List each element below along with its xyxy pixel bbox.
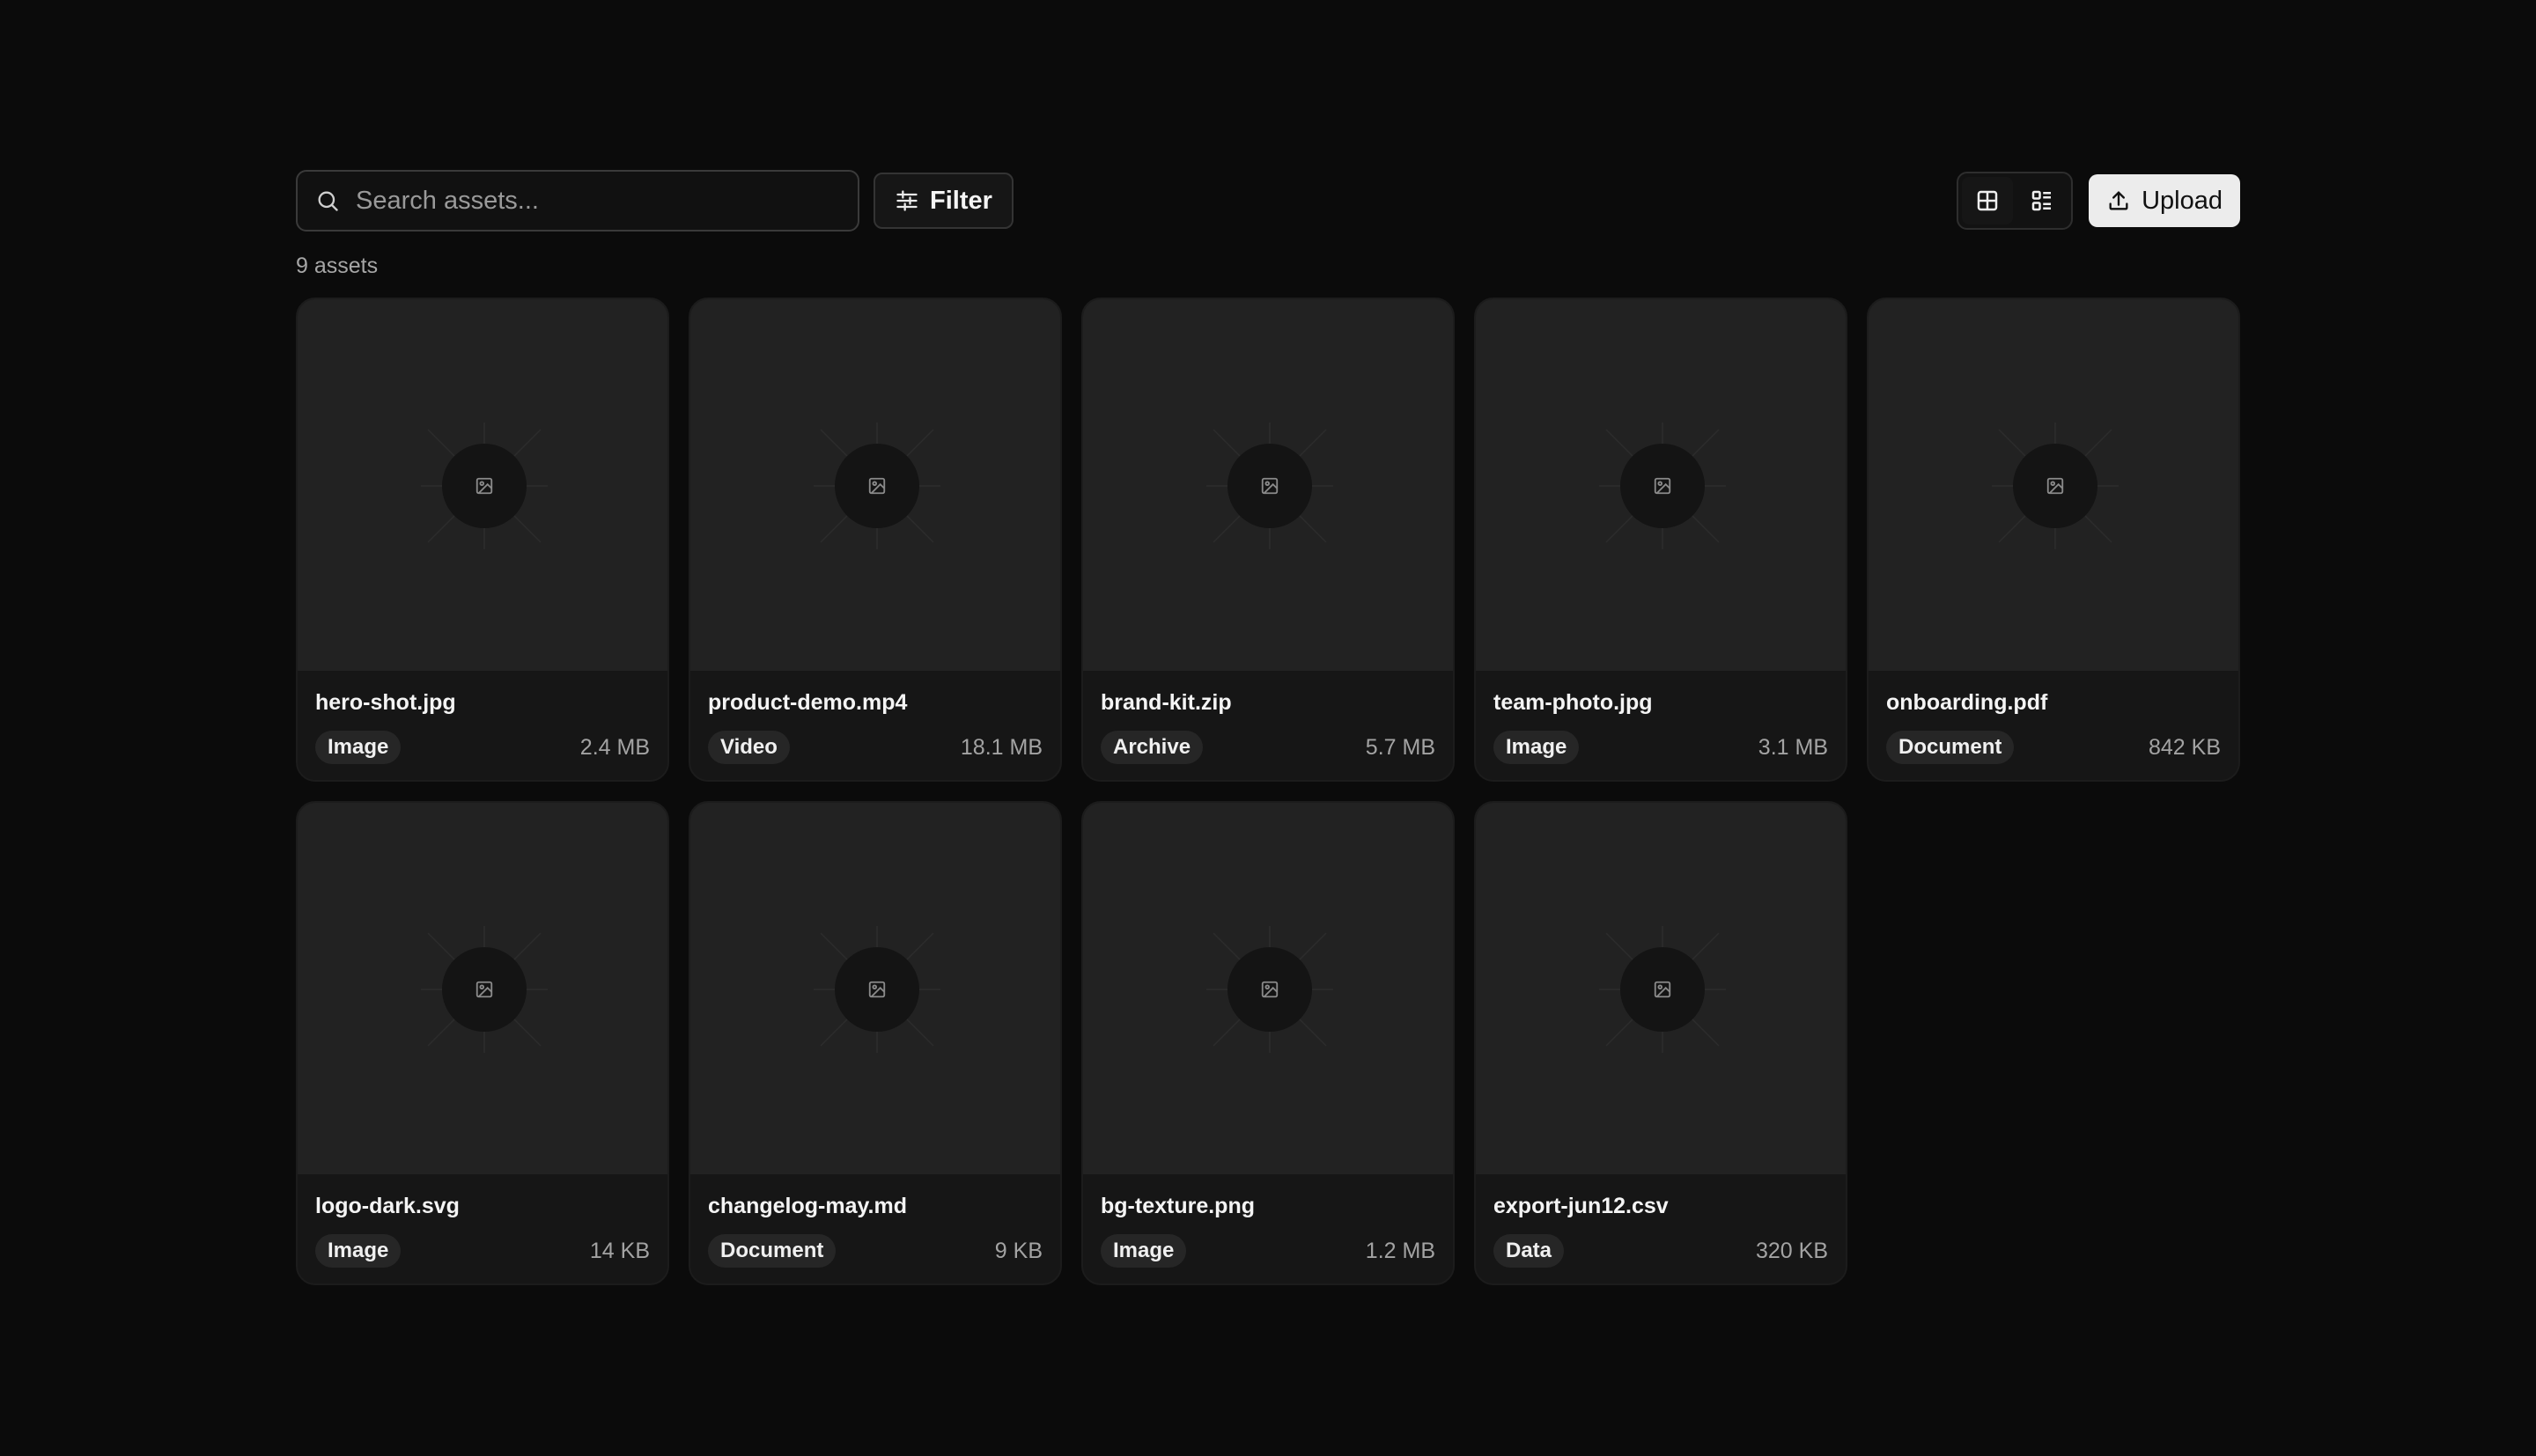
asset-name: logo-dark.svg bbox=[315, 1194, 460, 1218]
asset-thumbnail bbox=[1083, 299, 1453, 671]
asset-details: Video 18.1 MB bbox=[708, 731, 1043, 764]
view-toggle bbox=[1957, 172, 2074, 230]
asset-thumbnail bbox=[298, 299, 667, 671]
thumbnail-center bbox=[835, 947, 919, 1032]
image-placeholder-icon bbox=[1261, 477, 1279, 495]
search-input[interactable] bbox=[354, 185, 851, 217]
file-size: 3.1 MB bbox=[1758, 734, 1828, 760]
asset-card[interactable]: logo-dark.svg Image 14 KB bbox=[296, 801, 669, 1285]
image-placeholder-icon bbox=[1654, 477, 1671, 495]
image-placeholder-icon bbox=[476, 981, 493, 998]
sliders-icon bbox=[896, 190, 918, 211]
file-size: 14 KB bbox=[589, 1238, 650, 1263]
asset-name: onboarding.pdf bbox=[1886, 690, 2048, 715]
asset-details: Document 842 KB bbox=[1886, 731, 2221, 764]
type-badge: Image bbox=[315, 1234, 402, 1268]
asset-card[interactable]: changelog-may.md Document 9 KB bbox=[689, 801, 1062, 1285]
thumbnail-center bbox=[1227, 444, 1312, 528]
thumbnail-center bbox=[2013, 444, 2097, 528]
asset-meta: team-photo.jpg Image 3.1 MB bbox=[1476, 671, 1846, 764]
asset-library: Filter Upload 9 assets bbox=[296, 169, 2240, 1285]
list-view-button[interactable] bbox=[2016, 177, 2068, 224]
asset-card[interactable]: team-photo.jpg Image 3.1 MB bbox=[1474, 298, 1847, 782]
asset-count: 9 assets bbox=[296, 254, 379, 278]
asset-details: Image 1.2 MB bbox=[1101, 1234, 1435, 1268]
file-size: 842 KB bbox=[2148, 734, 2221, 760]
asset-card[interactable]: export-jun12.csv Data 320 KB bbox=[1474, 801, 1847, 1285]
asset-name: hero-shot.jpg bbox=[315, 690, 456, 715]
asset-details: Image 14 KB bbox=[315, 1234, 650, 1268]
image-placeholder-icon bbox=[1654, 981, 1671, 998]
asset-meta: changelog-may.md Document 9 KB bbox=[690, 1174, 1060, 1268]
file-size: 320 KB bbox=[1755, 1238, 1828, 1263]
image-placeholder-icon bbox=[868, 981, 886, 998]
asset-name: brand-kit.zip bbox=[1101, 690, 1232, 715]
asset-card[interactable]: hero-shot.jpg Image 2.4 MB bbox=[296, 298, 669, 782]
asset-meta: logo-dark.svg Image 14 KB bbox=[298, 1174, 667, 1268]
asset-name: bg-texture.png bbox=[1101, 1194, 1255, 1218]
thumbnail-center bbox=[1227, 947, 1312, 1032]
asset-details: Image 2.4 MB bbox=[315, 731, 650, 764]
asset-meta: hero-shot.jpg Image 2.4 MB bbox=[298, 671, 667, 764]
type-badge: Document bbox=[708, 1234, 837, 1268]
asset-details: Archive 5.7 MB bbox=[1101, 731, 1435, 764]
asset-thumbnail bbox=[1476, 803, 1846, 1174]
list-icon bbox=[2031, 190, 2052, 211]
asset-name: export-jun12.csv bbox=[1493, 1194, 1669, 1218]
upload-label: Upload bbox=[2142, 186, 2223, 215]
asset-details: Image 3.1 MB bbox=[1493, 731, 1828, 764]
asset-card[interactable]: brand-kit.zip Archive 5.7 MB bbox=[1081, 298, 1455, 782]
type-badge: Archive bbox=[1101, 731, 1204, 764]
file-size: 1.2 MB bbox=[1365, 1238, 1435, 1263]
asset-meta: export-jun12.csv Data 320 KB bbox=[1476, 1174, 1846, 1268]
thumbnail-center bbox=[442, 947, 527, 1032]
type-badge: Image bbox=[315, 731, 402, 764]
asset-meta: onboarding.pdf Document 842 KB bbox=[1869, 671, 2238, 764]
image-placeholder-icon bbox=[2046, 477, 2064, 495]
asset-card[interactable]: bg-texture.png Image 1.2 MB bbox=[1081, 801, 1455, 1285]
toolbar: Filter Upload bbox=[296, 169, 2240, 232]
upload-button[interactable]: Upload bbox=[2089, 174, 2240, 227]
thumbnail-center bbox=[442, 444, 527, 528]
image-placeholder-icon bbox=[868, 477, 886, 495]
search-box[interactable] bbox=[296, 170, 859, 232]
file-size: 5.7 MB bbox=[1365, 734, 1435, 760]
type-badge: Video bbox=[708, 731, 790, 764]
filter-button[interactable]: Filter bbox=[874, 173, 1014, 229]
image-placeholder-icon bbox=[1261, 981, 1279, 998]
type-badge: Image bbox=[1493, 731, 1580, 764]
thumbnail-center bbox=[1620, 947, 1705, 1032]
type-badge: Document bbox=[1886, 731, 2015, 764]
grid-icon bbox=[1977, 190, 1998, 211]
asset-thumbnail bbox=[1869, 299, 2238, 671]
upload-icon bbox=[2109, 191, 2128, 210]
asset-details: Data 320 KB bbox=[1493, 1234, 1828, 1268]
asset-details: Document 9 KB bbox=[708, 1234, 1043, 1268]
image-placeholder-icon bbox=[476, 477, 493, 495]
thumbnail-center bbox=[835, 444, 919, 528]
asset-card[interactable]: onboarding.pdf Document 842 KB bbox=[1867, 298, 2240, 782]
asset-thumbnail bbox=[1476, 299, 1846, 671]
search-icon bbox=[318, 191, 338, 211]
asset-meta: bg-texture.png Image 1.2 MB bbox=[1083, 1174, 1453, 1268]
asset-name: team-photo.jpg bbox=[1493, 690, 1653, 715]
file-size: 9 KB bbox=[994, 1238, 1043, 1263]
thumbnail-center bbox=[1620, 444, 1705, 528]
file-size: 18.1 MB bbox=[960, 734, 1043, 760]
filter-label: Filter bbox=[930, 186, 992, 215]
asset-name: changelog-may.md bbox=[708, 1194, 907, 1218]
file-size: 2.4 MB bbox=[579, 734, 650, 760]
asset-meta: product-demo.mp4 Video 18.1 MB bbox=[690, 671, 1060, 764]
asset-name: product-demo.mp4 bbox=[708, 690, 908, 715]
asset-meta: brand-kit.zip Archive 5.7 MB bbox=[1083, 671, 1453, 764]
grid-view-button[interactable] bbox=[1962, 177, 2014, 224]
asset-thumbnail bbox=[690, 299, 1060, 671]
asset-thumbnail bbox=[1083, 803, 1453, 1174]
asset-card[interactable]: product-demo.mp4 Video 18.1 MB bbox=[689, 298, 1062, 782]
asset-thumbnail bbox=[690, 803, 1060, 1174]
asset-grid: hero-shot.jpg Image 2.4 MB product-demo.… bbox=[296, 298, 2240, 1285]
asset-thumbnail bbox=[298, 803, 667, 1174]
type-badge: Data bbox=[1493, 1234, 1565, 1268]
type-badge: Image bbox=[1101, 1234, 1187, 1268]
